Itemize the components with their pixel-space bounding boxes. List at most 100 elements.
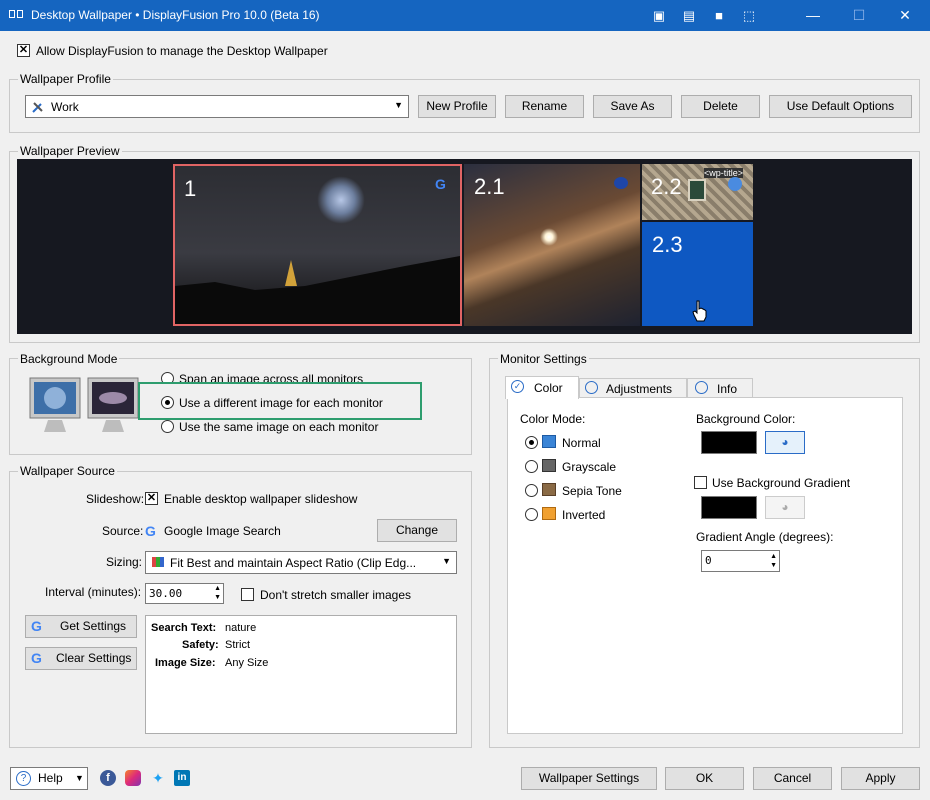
window-layout-icon[interactable]: ▤	[674, 0, 704, 31]
monitor-2-2-number: 2.2	[651, 174, 682, 199]
color-mode-normal-radio[interactable]	[525, 436, 538, 449]
safety-value: Strict	[225, 639, 251, 651]
circle-icon	[695, 381, 708, 394]
chevron-down-icon: ▼	[394, 100, 403, 110]
ok-button[interactable]: OK	[665, 767, 744, 790]
check-circle-icon: ✓	[511, 380, 524, 393]
allow-manage-label: Allow DisplayFusion to manage the Deskto…	[36, 44, 328, 58]
allow-manage-checkbox[interactable]: ✕	[17, 44, 30, 57]
monitor-2-1-preview[interactable]: 2.1	[464, 164, 640, 326]
background-mode-label: Background Mode	[18, 352, 120, 366]
image-icon	[542, 507, 556, 520]
help-icon: ?	[16, 771, 31, 786]
color-mode-grayscale-radio[interactable]	[525, 460, 538, 473]
gradient-angle-input[interactable]: 0 ▲ ▼	[701, 550, 780, 572]
tab-adjustments-label: Adjustments	[606, 382, 673, 396]
monitor-2-2-preview[interactable]: 2.2 <wp-title>	[642, 164, 753, 220]
google-icon: G	[31, 650, 42, 666]
google-icon: G	[145, 523, 156, 539]
slideshow-check-label: Enable desktop wallpaper slideshow	[164, 492, 358, 506]
bg-color-swatch[interactable]	[701, 431, 757, 454]
same-image-label: Use the same image on each monitor	[179, 420, 379, 434]
interval-value: 30.00	[149, 587, 183, 600]
help-button[interactable]: ? Help ▼	[10, 767, 88, 790]
new-profile-button[interactable]: New Profile	[418, 95, 496, 118]
wallpaper-preview-label: Wallpaper Preview	[18, 144, 122, 158]
gradient-angle-label: Gradient Angle (degrees):	[696, 530, 834, 544]
change-source-button[interactable]: Change	[377, 519, 457, 542]
cancel-button[interactable]: Cancel	[753, 767, 832, 790]
color-mode-grayscale-label: Grayscale	[562, 460, 617, 474]
delete-button[interactable]: Delete	[681, 95, 760, 118]
google-icon: G	[31, 618, 42, 634]
use-gradient-checkbox[interactable]	[694, 476, 707, 489]
google-logo-icon: G	[435, 176, 446, 192]
facebook-icon[interactable]: f	[100, 770, 116, 786]
image-icon	[542, 483, 556, 496]
wallpaper-source-label: Wallpaper Source	[18, 464, 117, 478]
close-button[interactable]: ✕	[882, 0, 928, 31]
search-settings-panel: Search Text: nature Safety: Strict Image…	[145, 615, 457, 734]
color-mode-inverted-radio[interactable]	[525, 508, 538, 521]
maximize-button: ☐	[852, 7, 866, 23]
clear-settings-button[interactable]: G Clear Settings	[25, 647, 137, 670]
monitor-1-number: 1	[184, 176, 197, 201]
profile-selected-value: Work	[51, 100, 79, 114]
monitor-1-preview[interactable]: 1 G	[173, 164, 462, 326]
sizing-value: Fit Best and maintain Aspect Ratio (Clip…	[170, 556, 417, 570]
color-mode-sepia-label: Sepia Tone	[562, 484, 622, 498]
monitor-settings-label: Monitor Settings	[498, 352, 589, 366]
spin-icon[interactable]: ▲ ▼	[770, 552, 777, 570]
minimize-button[interactable]: —	[790, 0, 836, 31]
sizing-icon	[152, 557, 164, 567]
different-image-label: Use a different image for each monitor	[179, 396, 383, 410]
chevron-down-icon: ▼	[75, 773, 84, 783]
spin-icon[interactable]: ▲ ▼	[214, 584, 221, 602]
tab-color[interactable]: ✓ Color	[505, 376, 579, 399]
gradient-angle-value: 0	[705, 554, 712, 567]
safety-key: Safety:	[182, 639, 219, 651]
interval-input[interactable]: 30.00 ▲ ▼	[145, 583, 224, 604]
chevron-down-icon: ▼	[442, 556, 451, 566]
profile-select[interactable]: Work ▼	[25, 95, 409, 118]
help-label: Help	[38, 771, 63, 785]
image-size-value: Any Size	[225, 657, 269, 669]
search-text-key: Search Text:	[151, 622, 217, 634]
twitter-icon[interactable]: ✦	[150, 770, 166, 786]
screen-dots-icon[interactable]: ⬚	[734, 0, 764, 31]
slideshow-checkbox[interactable]: ✕	[145, 492, 158, 505]
image-icon	[542, 459, 556, 472]
bg-color-label: Background Color:	[696, 412, 796, 426]
tab-info[interactable]: Info	[687, 378, 753, 397]
no-stretch-label: Don't stretch smaller images	[260, 588, 412, 602]
color-mode-sepia-radio[interactable]	[525, 484, 538, 497]
different-image-radio[interactable]	[161, 396, 174, 409]
instagram-icon[interactable]	[125, 770, 141, 786]
wallpaper-settings-button[interactable]: Wallpaper Settings	[521, 767, 657, 790]
tab-adjustments[interactable]: Adjustments	[579, 378, 687, 397]
rename-button[interactable]: Rename	[505, 95, 584, 118]
same-image-radio[interactable]	[161, 420, 174, 433]
apply-button[interactable]: Apply	[841, 767, 920, 790]
sizing-select[interactable]: Fit Best and maintain Aspect Ratio (Clip…	[145, 551, 457, 574]
hand-cursor-icon	[692, 300, 707, 322]
save-as-button[interactable]: Save As	[593, 95, 672, 118]
title-bar: Desktop Wallpaper • DisplayFusion Pro 10…	[0, 0, 930, 31]
linkedin-icon[interactable]: in	[174, 770, 190, 786]
source-value: Google Image Search	[164, 524, 281, 538]
no-stretch-checkbox[interactable]	[241, 588, 254, 601]
monitor-2-3-preview[interactable]: 2.3	[642, 222, 753, 326]
clear-settings-label: Clear Settings	[56, 651, 132, 665]
get-settings-label: Get Settings	[60, 619, 127, 633]
screen-black-icon[interactable]: ■	[704, 0, 734, 31]
sky-glow	[317, 176, 365, 224]
monitor-config-icon[interactable]: ▣	[644, 0, 674, 31]
slideshow-label: Slideshow:	[86, 492, 145, 506]
get-settings-button[interactable]: G Get Settings	[25, 615, 137, 638]
monitor-2-3-number: 2.3	[652, 232, 683, 257]
maze-center	[688, 179, 706, 201]
use-default-options-button[interactable]: Use Default Options	[769, 95, 912, 118]
palette-icon[interactable]: ◕	[765, 431, 805, 454]
globe-icon	[728, 177, 742, 191]
star-burst	[540, 228, 558, 246]
